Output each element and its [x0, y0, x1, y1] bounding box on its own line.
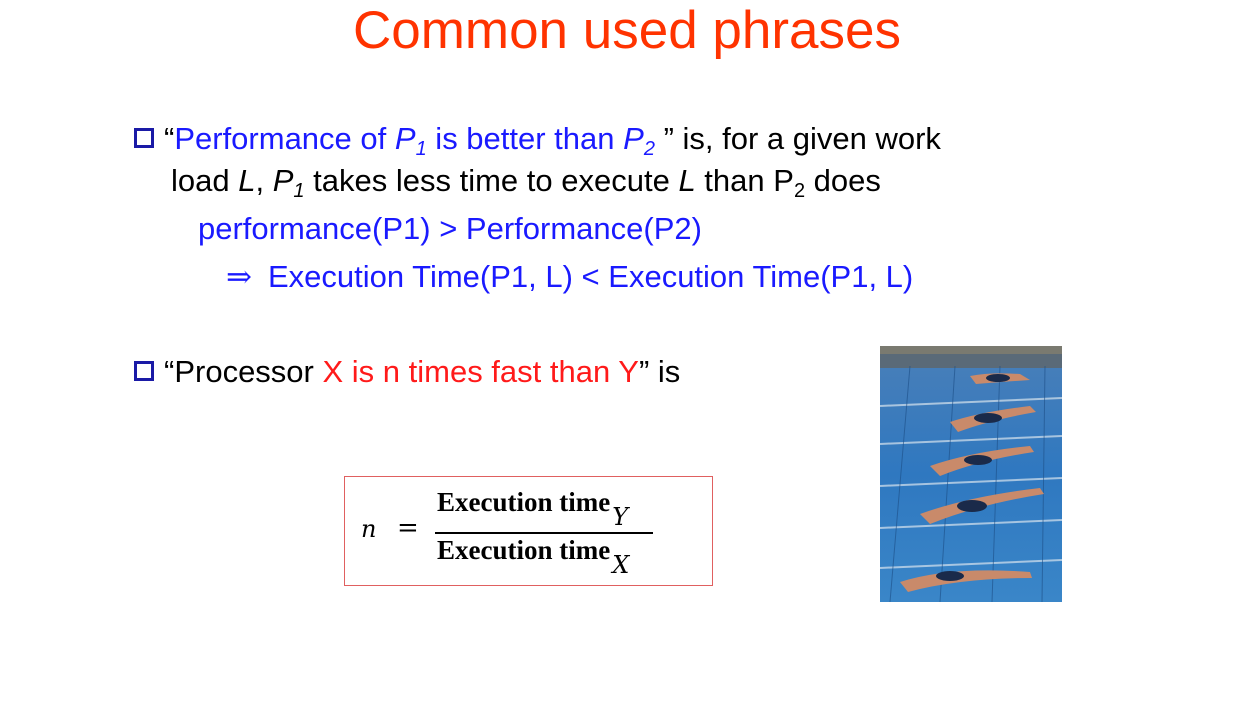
- better-than-text: is better than: [426, 121, 624, 156]
- p2-subscript-line2: 2: [793, 180, 806, 202]
- comma-text: ,: [255, 163, 273, 198]
- l-letter-2: L: [678, 163, 696, 198]
- processor-highlight-text: X is n times fast than Y: [322, 354, 639, 389]
- load-text: load: [171, 163, 239, 198]
- formula-equals: =: [397, 513, 419, 543]
- close-quote: ”: [654, 121, 674, 156]
- numerator-text: Execution time: [437, 487, 611, 517]
- performance-of-text: Performance of: [174, 121, 395, 156]
- bullet-processor: “Processor X is n times fast than Y” is: [134, 351, 680, 392]
- l-letter: L: [238, 163, 256, 198]
- speedup-formula-box: n = Execution timeY Execution timeX: [344, 476, 713, 586]
- formula-denominator: Execution timeX: [437, 535, 629, 579]
- execution-time-comparison: ⇒ Execution Time(P1, L) < Execution Time(…: [226, 256, 913, 298]
- processor-close-text: ” is: [638, 354, 681, 389]
- p1-letter-line2: P: [272, 163, 294, 198]
- p1-subscript: 1: [415, 138, 427, 160]
- takes-less-time-text: takes less time to execute: [304, 163, 679, 198]
- given-work-text: is, for a given work: [673, 121, 941, 156]
- does-text: does: [805, 163, 881, 198]
- execution-time-text: Execution Time(P1, L) < Execution Time(P…: [267, 259, 914, 294]
- slide-title: Common used phrases: [353, 1, 901, 60]
- p2-subscript: 2: [643, 138, 655, 160]
- swimmers-diving-image: [880, 346, 1062, 602]
- p2-letter: P: [623, 121, 644, 156]
- processor-open-text: “Processor: [164, 354, 323, 389]
- checkbox-icon: [134, 361, 154, 381]
- fraction-bar: [435, 532, 653, 534]
- p1-letter: P: [394, 121, 416, 156]
- than-p-text: than P: [695, 163, 794, 198]
- formula-numerator: Execution timeY: [437, 487, 628, 531]
- performance-comparison: performance(P1) > Performance(P2): [198, 211, 702, 246]
- implies-icon: ⇒: [226, 259, 252, 295]
- formula-n: n: [361, 515, 377, 543]
- bullet-performance-line-2: load L, P1 takes less time to execute L …: [171, 160, 881, 201]
- checkbox-icon: [134, 128, 154, 148]
- p1-subscript-line2: 1: [293, 180, 305, 202]
- open-quote: “: [164, 121, 175, 156]
- bullet-performance-line-1: “Performance of P1 is better than P2 ” i…: [134, 118, 941, 159]
- numerator-subscript: Y: [612, 503, 629, 531]
- denominator-subscript: X: [612, 551, 630, 579]
- denominator-text: Execution time: [437, 535, 611, 565]
